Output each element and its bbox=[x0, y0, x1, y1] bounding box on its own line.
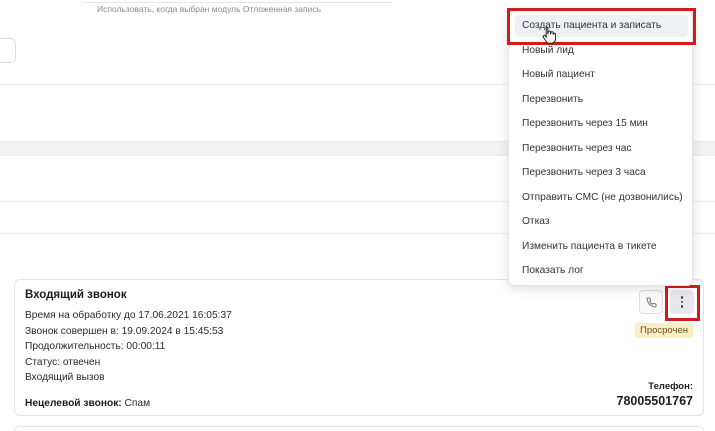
next-card-edge bbox=[14, 426, 704, 431]
menu-item-change-patient[interactable]: Изменить пациента в тикете bbox=[515, 236, 688, 258]
non-target-label: Нецелевой звонок: bbox=[25, 398, 122, 409]
call-duration: Продолжительность: 00:00:11 bbox=[25, 341, 166, 353]
menu-item-send-sms[interactable]: Отправить СМС (не дозвонились) bbox=[515, 187, 688, 209]
phone-number: 78005501767 bbox=[616, 394, 693, 408]
non-target-value: Спам bbox=[124, 398, 151, 409]
menu-item-call-back[interactable]: Перезвонить bbox=[515, 89, 688, 111]
status-badge: Просрочен bbox=[635, 323, 693, 338]
more-button-highlight bbox=[665, 285, 700, 321]
menu-item-call-back-1-hour[interactable]: Перезвонить через час bbox=[515, 138, 688, 160]
call-direction: Входящий вызов bbox=[25, 372, 105, 384]
call-card-title: Входящий звонок bbox=[25, 289, 127, 301]
partial-input-field[interactable] bbox=[0, 38, 16, 63]
phone-icon bbox=[646, 296, 657, 307]
call-card: Входящий звонок Время на обработку до 17… bbox=[14, 279, 704, 416]
menu-item-highlight bbox=[507, 8, 696, 45]
module-hint-text: Использовать, когда выбран модуль Отложе… bbox=[97, 4, 322, 14]
call-details: Время на обработку до 17.06.2021 16:05:3… bbox=[25, 308, 232, 386]
phone-label: Телефон: bbox=[648, 381, 693, 392]
call-time: Звонок совершен в: 19.09.2024 в 15:45:53 bbox=[25, 325, 224, 337]
top-panel-edge bbox=[82, 0, 392, 3]
menu-item-show-log[interactable]: Показать лог bbox=[515, 260, 688, 282]
menu-item-refusal[interactable]: Отказ bbox=[515, 211, 688, 233]
menu-item-call-back-15-min[interactable]: Перезвонить через 15 мин bbox=[515, 113, 688, 135]
menu-item-call-back-3-hours[interactable]: Перезвонить через 3 часа bbox=[515, 162, 688, 184]
page: Использовать, когда выбран модуль Отложе… bbox=[0, 0, 715, 431]
actions-menu: Создать пациента и записать Новый лид Но… bbox=[508, 10, 693, 286]
processing-deadline: Время на обработку до 17.06.2021 16:05:3… bbox=[25, 310, 232, 321]
hand-cursor-icon bbox=[542, 26, 556, 44]
call-status: Статус: отвечен bbox=[25, 356, 101, 368]
call-button[interactable] bbox=[639, 290, 663, 314]
menu-item-new-patient[interactable]: Новый пациент bbox=[515, 64, 688, 86]
non-target-call: Нецелевой звонок: Спам bbox=[25, 398, 150, 409]
